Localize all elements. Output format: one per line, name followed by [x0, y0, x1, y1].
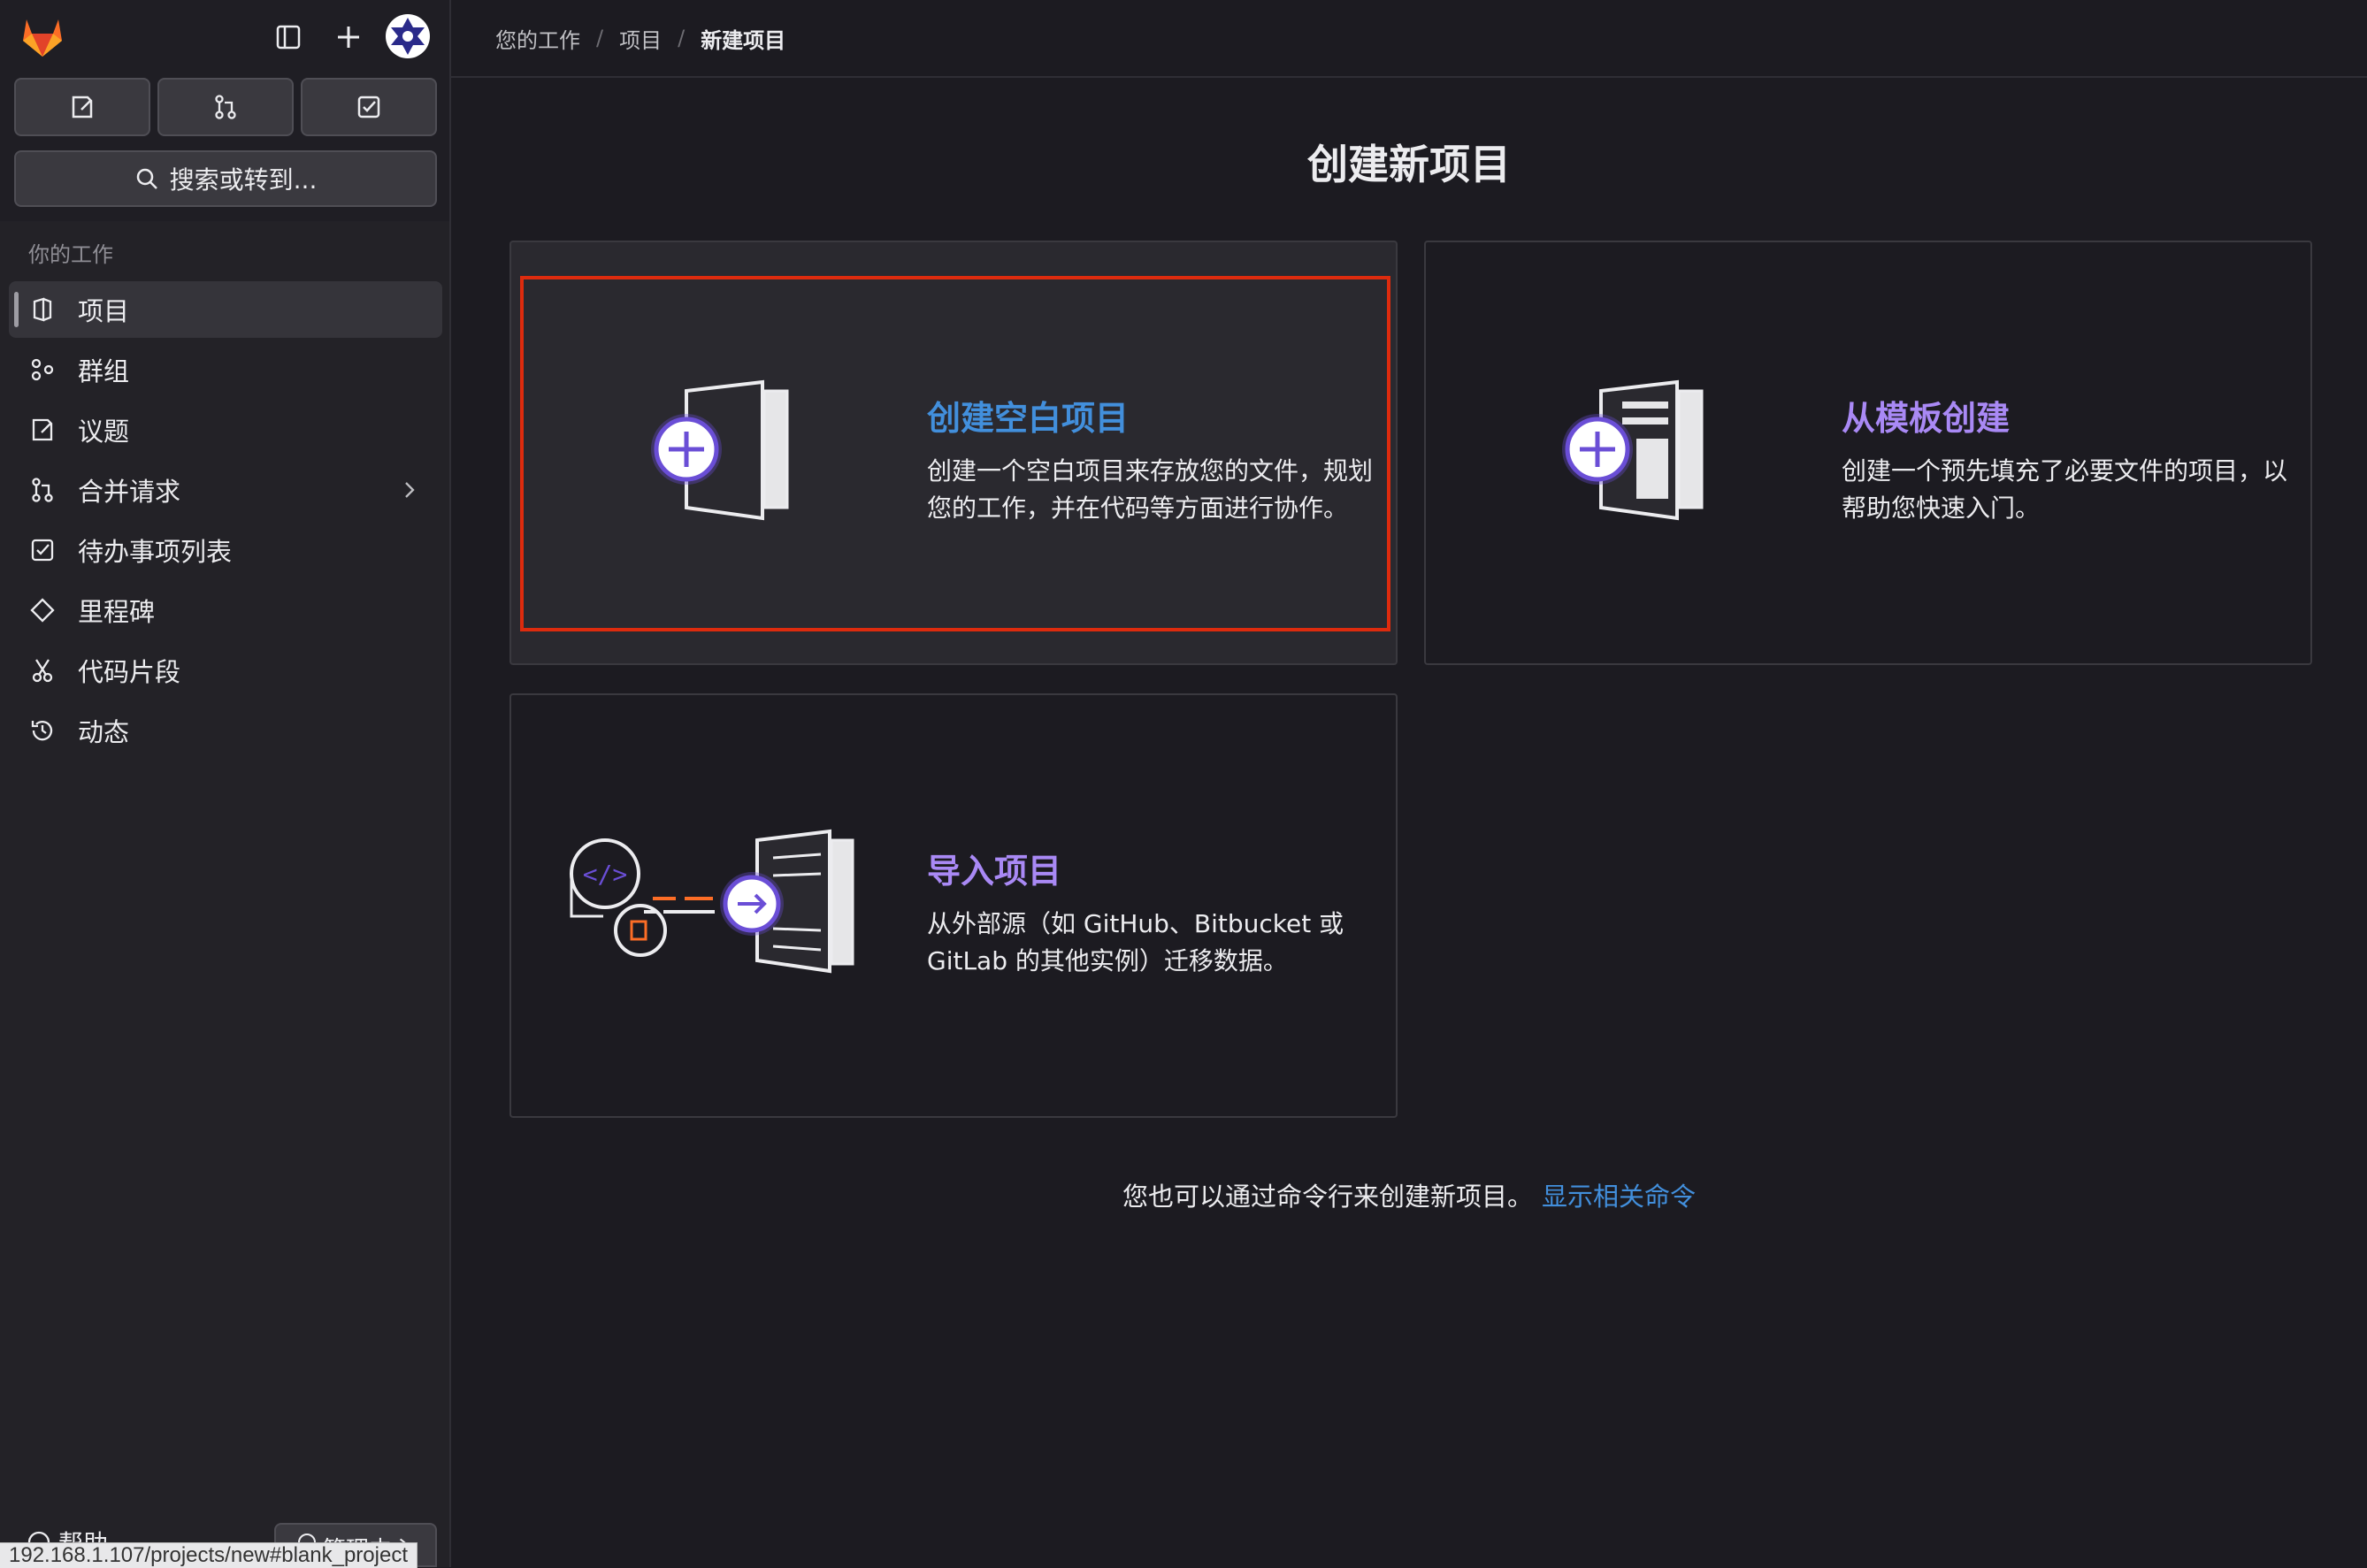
breadcrumb-item-projects[interactable]: 项目: [619, 23, 662, 54]
snippet-icon: [28, 656, 57, 685]
svg-text:</>: </>: [583, 860, 628, 889]
cli-note: 您也可以通过命令行来创建新项目。 显示相关命令: [451, 1176, 2367, 1213]
import-project-card[interactable]: </> 导入项目 从外部源（如 GitHub、Bitbucket 或 GitLa…: [509, 693, 1398, 1118]
issues-quick-button[interactable]: [14, 78, 150, 136]
sidebar-toggle-icon[interactable]: [269, 18, 308, 57]
milestone-icon: [28, 596, 57, 624]
section-label: 你的工作: [28, 242, 113, 267]
sidebar-item-issues[interactable]: 议题: [9, 402, 442, 458]
gitlab-logo-icon[interactable]: [18, 12, 67, 62]
sidebar-item-merge-requests[interactable]: 合并请求: [9, 462, 442, 518]
chevron-right-icon: [398, 478, 421, 508]
card-description: 创建一个空白项目来存放您的文件，规划您的工作，并在代码等方面进行协作。: [927, 456, 1374, 523]
sidebar-item-label: 动态: [78, 717, 130, 747]
sidebar-item-snippets[interactable]: 代码片段: [9, 642, 442, 699]
sidebar-item-label: 合并请求: [78, 477, 181, 507]
merge-requests-quick-button[interactable]: [157, 78, 294, 136]
sidebar-item-label: 里程碑: [78, 597, 156, 627]
sidebar-item-activity[interactable]: 动态: [9, 702, 442, 759]
card-description: 从外部源（如 GitHub、Bitbucket 或 GitLab 的其他实例）迁…: [927, 909, 1344, 975]
card-title: 创建空白项目: [927, 399, 1130, 438]
breadcrumb-separator: /: [678, 26, 686, 50]
create-blank-project-card[interactable]: 创建空白项目 创建一个空白项目来存放您的文件，规划您的工作，并在代码等方面进行协…: [509, 241, 1398, 665]
breadcrumb-item-new-project[interactable]: 新建项目: [701, 23, 785, 54]
issues-icon: [72, 96, 93, 119]
page-title: 创建新项目: [1307, 141, 1511, 188]
import-project-illustration: </>: [564, 828, 874, 982]
sidebar-item-label: 代码片段: [78, 657, 181, 687]
sidebar-item-todo[interactable]: 待办事项列表: [9, 522, 442, 578]
breadcrumb-item-your-work[interactable]: 您的工作: [495, 23, 580, 54]
activity-icon: [28, 716, 57, 745]
sidebar-item-milestones[interactable]: 里程碑: [9, 582, 442, 639]
issues-icon: [28, 416, 57, 444]
sidebar-item-label: 项目: [78, 296, 130, 326]
card-title: 导入项目: [927, 852, 1062, 891]
card-title: 从模板创建: [1842, 399, 2011, 438]
status-bar-url: 192.168.1.107/projects/new#blank_project: [0, 1542, 417, 1568]
blank-project-illustration: [647, 375, 798, 529]
show-commands-link[interactable]: 显示相关命令: [1542, 1182, 1696, 1212]
cli-note-text: 您也可以通过命令行来创建新项目。: [1122, 1182, 1533, 1212]
plus-icon[interactable]: [329, 18, 368, 57]
group-icon: [28, 356, 57, 384]
sidebar-item-label: 议题: [78, 417, 130, 447]
sidebar-header: 搜索或转到...: [0, 0, 449, 221]
project-icon: [28, 295, 57, 324]
search-icon: [136, 168, 157, 189]
sidebar-item-label: 群组: [78, 356, 130, 386]
sidebar-item-label: 待办事项列表: [78, 537, 233, 567]
template-project-illustration: [1559, 375, 1709, 529]
search-label: 搜索或转到...: [169, 165, 318, 195]
search-button[interactable]: 搜索或转到...: [14, 150, 437, 207]
todo-quick-button[interactable]: [301, 78, 437, 136]
breadcrumb-separator: /: [596, 26, 604, 50]
sidebar-nav: 项目 群组 议题 合并请求 待办事项列表 里程碑 代码片段 动态: [9, 281, 442, 762]
breadcrumb: 您的工作 / 项目 / 新建项目: [451, 0, 2367, 78]
todo-icon: [357, 96, 380, 119]
card-description: 创建一个预先填充了必要文件的项目，以帮助您快速入门。: [1842, 456, 2288, 523]
sidebar-item-groups[interactable]: 群组: [9, 341, 442, 398]
todo-icon: [28, 536, 57, 564]
merge-request-icon: [215, 95, 236, 119]
create-from-template-card[interactable]: 从模板创建 创建一个预先填充了必要文件的项目，以帮助您快速入门。: [1424, 241, 2312, 665]
sidebar: 搜索或转到... 你的工作 项目 群组 议题 合并请求 待办事项列表 里程碑 代…: [0, 0, 451, 1567]
user-avatar[interactable]: [386, 14, 430, 58]
sidebar-item-projects[interactable]: 项目: [9, 281, 442, 338]
merge-request-icon: [28, 476, 57, 504]
